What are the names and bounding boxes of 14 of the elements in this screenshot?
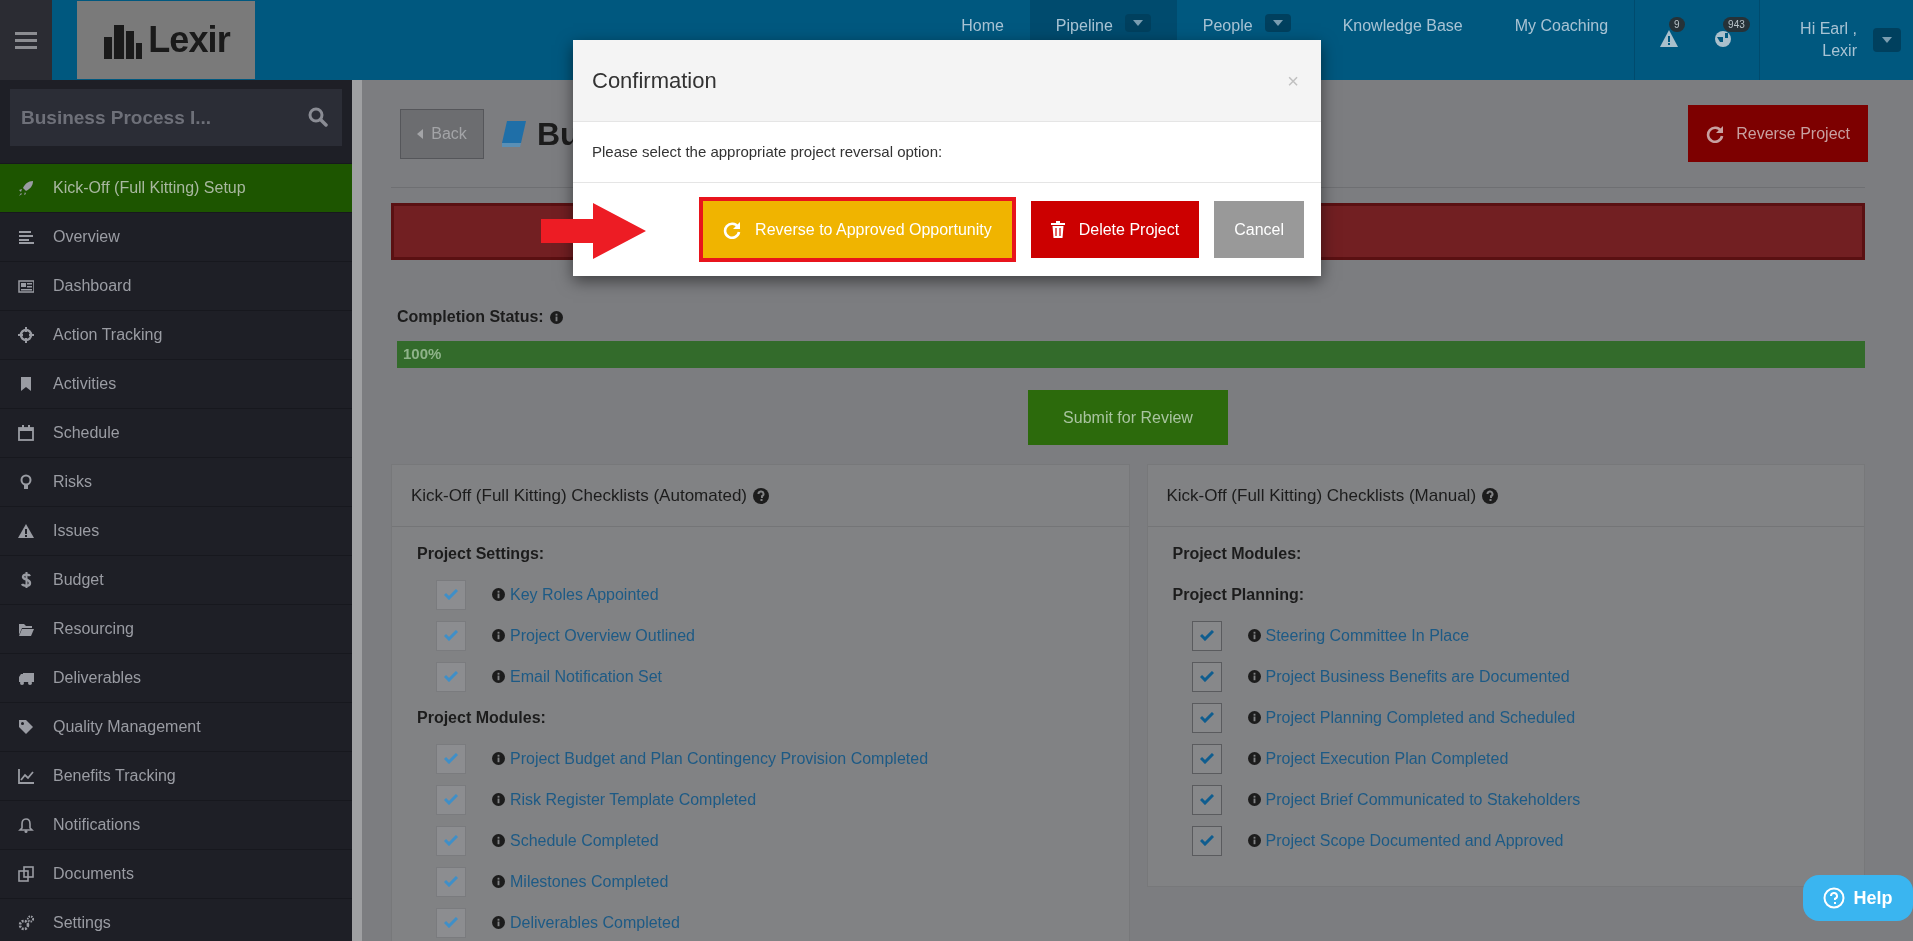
panel-title: Kick-Off (Full Kitting) Checklists (Automated) xyxy=(411,484,747,507)
section-heading: Project Planning: xyxy=(1172,584,1306,605)
panel-title: Kick-Off (Full Kitting) Checklists (Manual) xyxy=(1166,484,1477,507)
progress-reading: 100% xyxy=(403,344,442,365)
dialog-message: Please select the appropriate project reversal option: xyxy=(591,141,944,162)
section-heading: Project Modules: xyxy=(417,707,547,728)
section-heading: Project Settings: xyxy=(417,543,546,564)
count-badge: 943 xyxy=(1723,17,1750,32)
count-badge: 9 xyxy=(1669,17,1685,32)
user-name: Lexir xyxy=(1822,41,1857,61)
completion-label: Completion Status: xyxy=(397,307,544,327)
section-heading: Project Modules: xyxy=(1172,543,1303,564)
dialog-title: Confirmation xyxy=(592,67,717,95)
greeting-text: Hi Earl , xyxy=(1800,19,1857,39)
